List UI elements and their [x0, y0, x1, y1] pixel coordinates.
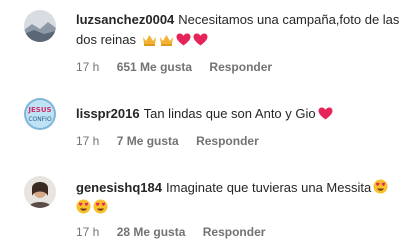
comment-meta: 17 h 28 Me gusta Responder	[76, 225, 279, 239]
heart-eyes-emoji	[76, 199, 91, 214]
avatar[interactable]	[24, 10, 56, 42]
comment-text: Imaginate que tuvieras una Messita	[166, 180, 372, 195]
reply-button[interactable]: Responder	[209, 60, 272, 74]
comment-time: 17 h	[76, 60, 100, 74]
heart-emoji	[318, 107, 333, 120]
heart-eyes-emoji	[373, 179, 388, 194]
comment-text-block: luzsanchez0004 Necesitamos una campaña,fo…	[76, 10, 411, 50]
reply-button[interactable]: Responder	[196, 134, 259, 148]
comment-text-block: lisspr2016 Tan lindas que son Anto y Gio	[76, 104, 411, 124]
comment-meta: 17 h 7 Me gusta Responder	[76, 134, 273, 148]
comment-time: 17 h	[76, 225, 100, 239]
comment-username[interactable]: luzsanchez0004	[76, 12, 174, 27]
like-count[interactable]: 7 Me gusta	[117, 134, 179, 148]
comment-text: Tan lindas que son Anto y Gio	[143, 106, 316, 121]
crown-emoji	[142, 34, 157, 46]
comment-text-block: genesishq184 Imaginate que tuvieras una M…	[76, 178, 411, 218]
heart-eyes-emoji	[93, 199, 108, 214]
like-count[interactable]: 651 Me gusta	[117, 60, 192, 74]
comment-username[interactable]: lisspr2016	[76, 106, 140, 121]
heart-emoji	[193, 33, 208, 46]
heart-emoji	[176, 33, 191, 46]
avatar[interactable]	[24, 176, 56, 208]
comment-username[interactable]: genesishq184	[76, 180, 162, 195]
svg-text:CONFIO: CONFIO	[28, 116, 52, 123]
crown-emoji	[159, 34, 174, 46]
avatar[interactable]: JESUS CONFIO	[24, 98, 56, 130]
like-count[interactable]: 28 Me gusta	[117, 225, 186, 239]
comment-time: 17 h	[76, 134, 100, 148]
comment-meta: 17 h 651 Me gusta Responder	[76, 60, 286, 74]
reply-button[interactable]: Responder	[203, 225, 266, 239]
svg-text:JESUS: JESUS	[27, 106, 51, 114]
